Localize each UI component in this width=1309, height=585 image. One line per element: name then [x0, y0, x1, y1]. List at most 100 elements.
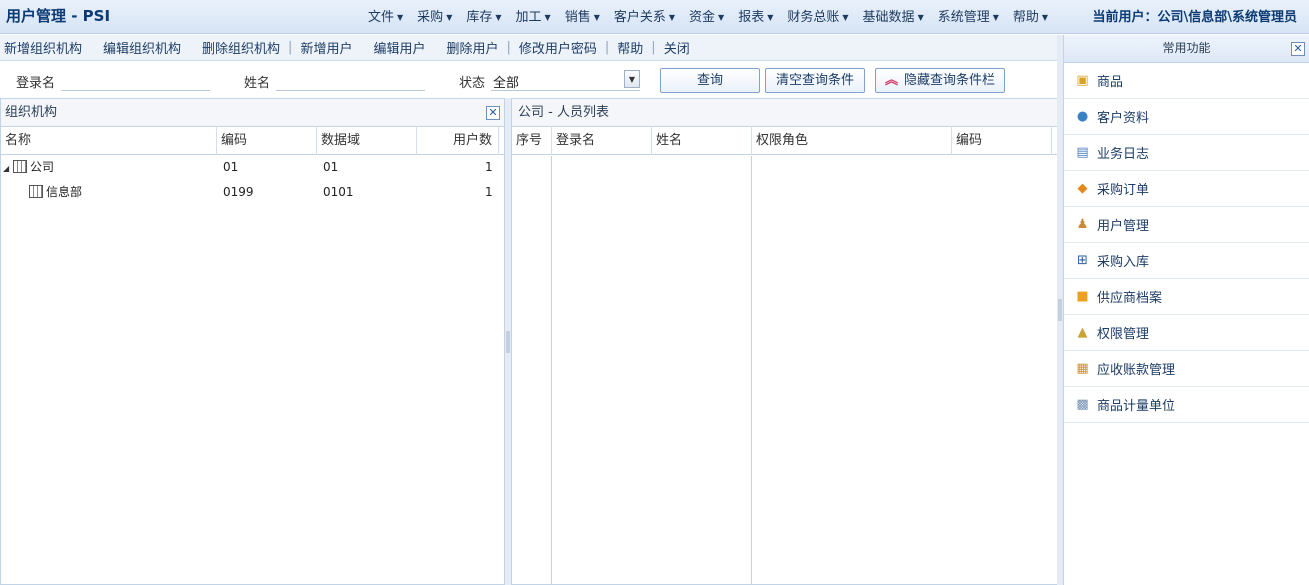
toolbar-separator: | [288, 40, 293, 55]
menu-basic-data[interactable]: 基础数据 ▼ [863, 6, 924, 25]
col-header-domain[interactable]: 数据域 [317, 127, 417, 155]
org-user-count: 1 [485, 160, 493, 174]
col-header-index[interactable]: 序号 [512, 127, 552, 155]
menu-help[interactable]: 帮助 ▼ [1013, 6, 1048, 25]
user-grid-header: 序号 登录名 姓名 权限角色 编码 [512, 127, 1057, 155]
unit-grid-icon: ▩ [1076, 396, 1089, 412]
search-button[interactable]: 查询 [660, 68, 760, 93]
menu-system[interactable]: 系统管理 ▼ [938, 6, 999, 25]
col-header-role[interactable]: 权限角色 [752, 127, 952, 155]
side-item-label: 用户管理 [1097, 219, 1150, 234]
edit-user-button[interactable]: 编辑用户 [373, 38, 425, 57]
building-icon [29, 185, 43, 198]
menu-crm[interactable]: 客户关系 ▼ [614, 6, 675, 25]
tree-row[interactable]: ◢ 公司 01 01 1 [1, 155, 504, 180]
name-label: 姓名 [244, 76, 271, 91]
side-item-label: 应收账款管理 [1097, 363, 1176, 378]
delete-user-button[interactable]: 删除用户 [446, 38, 498, 57]
app-header: 用户管理 - PSI 文件 ▼ 采购 ▼ 库存 ▼ 加工 ▼ 销售 ▼ 客户关系 ▼ 资金 ▼… [0, 0, 1309, 34]
chevron-down-icon[interactable]: ▼ [624, 70, 640, 88]
side-item[interactable]: ⊞ 采购入库 [1064, 243, 1309, 279]
name-input[interactable] [276, 70, 425, 91]
side-item-label: 采购订单 [1097, 183, 1150, 198]
menu-file[interactable]: 文件 ▼ [368, 6, 403, 25]
menu-sales[interactable]: 销售 ▼ [565, 6, 600, 25]
column-divider [751, 156, 752, 584]
add-user-button[interactable]: 新增用户 [300, 38, 352, 57]
menu-process[interactable]: 加工 ▼ [516, 6, 551, 25]
side-panel-header: 常用功能 ✕ [1064, 35, 1309, 63]
user-list-panel: 公司 - 人员列表 序号 登录名 姓名 权限角色 编码 [511, 98, 1058, 585]
org-code: 0199 [223, 185, 254, 199]
side-item-label: 商品计量单位 [1097, 399, 1176, 414]
side-item-label: 采购入库 [1097, 255, 1150, 270]
tree-row[interactable]: 信息部 0199 0101 1 [1, 180, 504, 205]
col-header-users[interactable]: 用户数 [417, 127, 499, 155]
side-item[interactable]: ▤ 业务日志 [1064, 135, 1309, 171]
receivable-icon: ▦ [1076, 360, 1089, 376]
side-item[interactable]: ▩ 商品计量单位 [1064, 387, 1309, 423]
side-item-label: 权限管理 [1097, 327, 1150, 342]
user-management-icon: ♟ [1076, 216, 1089, 232]
side-item[interactable]: ▲ 权限管理 [1064, 315, 1309, 351]
splitter-grip[interactable] [1058, 299, 1062, 321]
status-select[interactable]: 全部 ▼ [491, 70, 640, 91]
col-header-username[interactable]: 姓名 [652, 127, 752, 155]
hide-query-bar-button[interactable]: ︽ 隐藏查询条件栏 [875, 68, 1005, 93]
add-org-button[interactable]: 新增组织机构 [4, 38, 82, 57]
login-name-input[interactable] [61, 70, 210, 91]
side-item-label: 供应商档案 [1097, 291, 1163, 306]
col-header-login[interactable]: 登录名 [552, 127, 652, 155]
login-name-label: 登录名 [16, 76, 56, 91]
clear-query-button[interactable]: 清空查询条件 [765, 68, 865, 93]
org-code: 01 [223, 160, 239, 174]
menu-inventory[interactable]: 库存 ▼ [466, 6, 501, 25]
caret-down-icon: ▼ [446, 13, 453, 22]
caret-down-icon: ▼ [718, 13, 725, 22]
column-divider [551, 156, 552, 584]
lock-icon: ▲ [1077, 324, 1088, 340]
org-domain: 0101 [323, 185, 354, 199]
calendar-icon: ▤ [1076, 144, 1089, 160]
org-grid-header: 名称 编码 数据域 用户数 [1, 127, 504, 155]
splitter-grip[interactable] [506, 330, 510, 353]
close-button[interactable]: 关闭 [664, 38, 690, 57]
side-item[interactable]: ♟ 用户管理 [1064, 207, 1309, 243]
user-list-title: 公司 - 人员列表 [518, 105, 609, 120]
caret-down-icon: ▼ [668, 13, 676, 22]
col-header-user-code[interactable]: 编码 [952, 127, 1052, 155]
close-icon[interactable]: ✕ [1291, 42, 1305, 56]
change-password-button[interactable]: 修改用户密码 [519, 38, 597, 57]
org-domain: 01 [323, 160, 339, 174]
double-chevron-up-icon: ︽ [884, 73, 898, 88]
side-item[interactable]: ● 客户资料 [1064, 99, 1309, 135]
delete-org-button[interactable]: 删除组织机构 [202, 38, 280, 57]
col-header-name[interactable]: 名称 [1, 127, 217, 155]
side-item[interactable]: ◆ 采购订单 [1064, 171, 1309, 207]
menu-purchase[interactable]: 采购 ▼ [417, 6, 452, 25]
side-item-label: 客户资料 [1097, 111, 1150, 126]
col-header-code[interactable]: 编码 [217, 127, 317, 155]
menu-ledger[interactable]: 财务总账 ▼ [787, 6, 848, 25]
caret-down-icon: ▼ [397, 13, 404, 22]
toolbar: 新增组织机构 编辑组织机构 删除组织机构 | 新增用户 编辑用户 删除用户 | … [0, 35, 1058, 61]
toolbar-separator: | [604, 40, 610, 55]
side-item[interactable]: ■ 供应商档案 [1064, 279, 1309, 315]
supplier-box-icon: ■ [1076, 288, 1089, 304]
org-panel: 组织机构 ✕ 名称 编码 数据域 用户数 ◢ 公司 01 01 1 信息部 019… [0, 98, 505, 585]
close-icon[interactable]: ✕ [486, 106, 500, 120]
caret-down-icon: ▼ [992, 13, 999, 22]
org-panel-header: 组织机构 ✕ [1, 99, 504, 127]
tree-node: ◢ 公司 [3, 155, 54, 180]
help-button[interactable]: 帮助 [617, 38, 643, 57]
menu-funds[interactable]: 资金 ▼ [689, 6, 724, 25]
side-item[interactable]: ▦ 应收账款管理 [1064, 351, 1309, 387]
menu-reports[interactable]: 报表 ▼ [738, 6, 773, 25]
org-user-count: 1 [485, 185, 493, 199]
side-item[interactable]: ▣ 商品 [1064, 63, 1309, 99]
expand-arrow-icon[interactable]: ◢ [3, 156, 13, 181]
goods-icon: ▣ [1076, 72, 1089, 88]
edit-org-button[interactable]: 编辑组织机构 [103, 38, 181, 57]
caret-down-icon: ▼ [842, 13, 849, 22]
caret-down-icon: ▼ [495, 13, 502, 22]
